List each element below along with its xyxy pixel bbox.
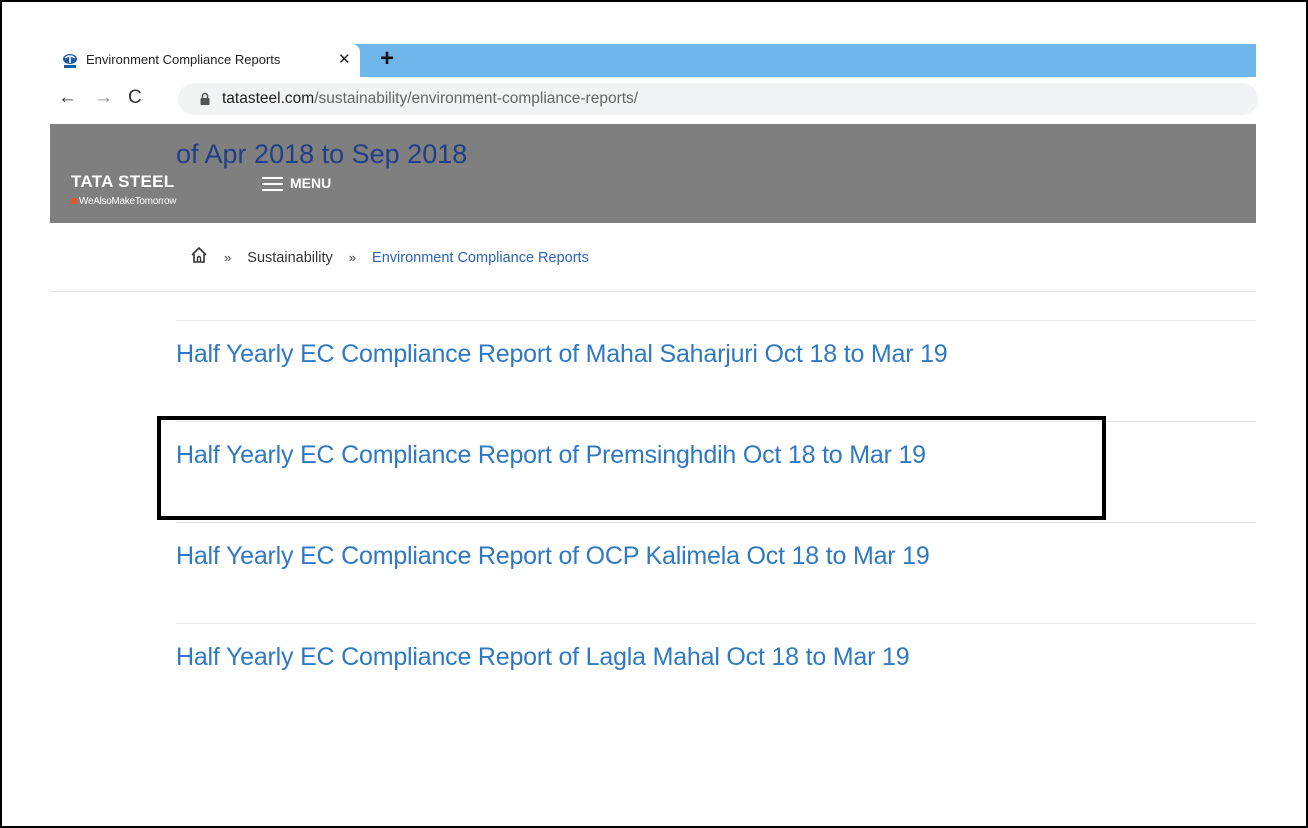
logo-tagline: WeAlsoMakeTomorrow — [71, 196, 177, 207]
home-icon[interactable] — [190, 246, 208, 264]
lock-icon — [200, 92, 210, 105]
heading-line-cut — [176, 124, 467, 138]
report-link[interactable]: Half Yearly EC Compliance Report of OCP … — [176, 542, 930, 571]
breadcrumb-current[interactable]: Environment Compliance Reports — [372, 250, 589, 266]
tagline-mark-icon — [71, 198, 77, 205]
hamburger-menu-icon[interactable] — [262, 177, 283, 191]
tagline-text: WeAlsoMakeTomorrow — [79, 196, 177, 207]
browser-toolbar: ← → C tatasteel.com/sustainability/envir… — [50, 77, 1258, 123]
breadcrumb-separator: » — [348, 250, 356, 265]
scrolled-page-heading[interactable]: of Apr 2018 to Sep 2018 — [176, 124, 467, 170]
new-tab-button[interactable]: + — [380, 45, 394, 73]
tata-steel-logo[interactable]: TATA STEEL — [71, 172, 174, 192]
list-item: Half Yearly EC Compliance Report of Maha… — [176, 320, 1256, 421]
list-item: Half Yearly EC Compliance Report of Lagl… — [176, 623, 1256, 724]
site-header: of Apr 2018 to Sep 2018 TATA STEEL WeAls… — [50, 124, 1256, 223]
reload-icon[interactable]: C — [128, 87, 142, 109]
url-text: tatasteel.com/sustainability/environment… — [222, 90, 638, 108]
browser-tabstrip: Environment Compliance Reports ✕ + — [50, 44, 1256, 77]
report-link[interactable]: Half Yearly EC Compliance Report of Maha… — [176, 340, 948, 369]
report-link[interactable]: Half Yearly EC Compliance Report of Lagl… — [176, 643, 910, 672]
browser-tab[interactable]: Environment Compliance Reports ✕ — [50, 44, 360, 77]
url-path: /sustainability/environment-compliance-r… — [314, 90, 639, 107]
tata-favicon-icon — [63, 54, 77, 68]
tab-title: Environment Compliance Reports — [86, 52, 281, 67]
breadcrumb: » Sustainability » Environment Complianc… — [190, 246, 589, 266]
menu-button[interactable]: MENU — [290, 175, 331, 191]
list-item: Half Yearly EC Compliance Report of Prem… — [176, 421, 1256, 522]
back-arrow-icon[interactable]: ← — [58, 87, 77, 109]
forward-arrow-icon[interactable]: → — [94, 87, 113, 109]
screenshot-frame: Environment Compliance Reports ✕ + ← → C… — [0, 0, 1308, 828]
breadcrumb-separator: » — [224, 250, 232, 265]
breadcrumb-sustainability[interactable]: Sustainability — [247, 250, 332, 266]
list-item: Half Yearly EC Compliance Report of OCP … — [176, 522, 1256, 623]
partial-report-link[interactable] — [176, 721, 1256, 767]
address-bar[interactable]: tatasteel.com/sustainability/environment… — [178, 83, 1258, 115]
heading-line: of Apr 2018 to Sep 2018 — [176, 139, 468, 169]
close-tab-icon[interactable]: ✕ — [338, 50, 351, 68]
report-link[interactable]: Half Yearly EC Compliance Report of Prem… — [176, 441, 926, 470]
report-list: Half Yearly EC Compliance Report of Maha… — [176, 320, 1256, 724]
url-host: tatasteel.com — [222, 90, 315, 107]
divider — [50, 291, 1256, 292]
